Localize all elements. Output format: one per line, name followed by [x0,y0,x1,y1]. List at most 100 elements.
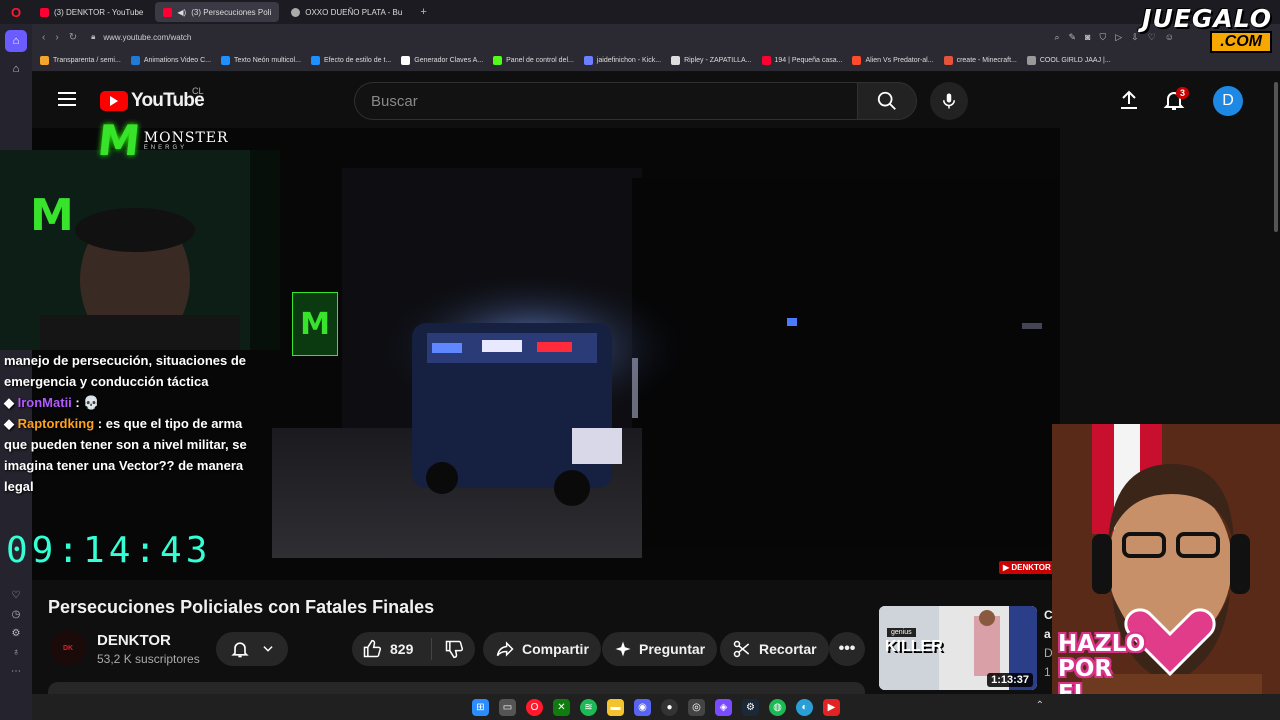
voice-search-button[interactable] [930,82,968,120]
opera-browser-icon[interactable]: O [526,698,543,716]
tab-oxxo[interactable]: OXXO DUEÑO PLATA - Bu [283,2,410,22]
search-icon [877,91,896,110]
search-input[interactable]: Buscar [354,82,857,120]
upload-icon[interactable] [1117,88,1141,112]
play-icon[interactable]: ▷ [1115,32,1122,43]
history-icon[interactable]: ◷ [12,609,21,620]
youtube-logo[interactable]: YouTube [100,90,205,112]
monster-can-icon: M [292,292,338,356]
bookmark-item[interactable]: Transparenta / semi... [40,56,121,65]
like-count: 829 [390,641,414,657]
menu-icon[interactable] [58,92,76,110]
like-button[interactable]: 829 [352,638,432,660]
shield-icon[interactable]: ⛉ [1099,32,1106,43]
spotify-icon[interactable]: ≋ [580,698,597,716]
url-text: www.youtube.com/watch [103,32,192,42]
sponsor-name: MONSTER [143,130,229,146]
bookmark-label: Alien Vs Predator-al... [865,57,934,64]
watermark-top: JUEGALO [1142,4,1272,33]
bookmark-label: Texto Neón multicol... [234,57,301,64]
back-icon[interactable]: ‹ [42,32,45,43]
bookmark-item[interactable]: Alien Vs Predator-al... [852,56,934,65]
rec-title-fragment: C [1044,608,1053,622]
obs-icon[interactable]: ● [661,698,678,716]
search-button[interactable] [857,82,917,120]
share-label: Compartir [522,641,589,657]
app-icon[interactable]: ◍ [769,698,786,716]
channel-watermark-text: DENKTOR [1011,563,1051,572]
clip-button[interactable]: Recortar [720,632,829,666]
sponsor-logo: M MONSTER ENERGY [95,116,229,165]
bookmark-item[interactable]: Generador Claves A... [401,56,483,65]
recommended-video-info[interactable]: C a D 1 [1044,606,1053,682]
app-icon[interactable]: ◈ [715,698,732,716]
ask-button[interactable]: Preguntar [602,632,718,666]
bookmark-item[interactable]: Texto Neón multicol... [221,56,301,65]
share-button[interactable]: Compartir [483,632,601,666]
url-field[interactable]: 🔒︎ www.youtube.com/watch [91,32,191,42]
subscriber-count: 53,2 K suscriptores [97,652,200,666]
bookmark-item[interactable]: Ripley - ZAPATILLA... [671,56,752,65]
browser-icon[interactable]: ◐ [796,698,813,716]
download-icon[interactable]: ⇩ [1131,32,1139,43]
lock-icon: 🔒︎ [91,32,96,41]
settings-icon[interactable]: ⚙ [12,628,21,639]
scrollbar-thumb[interactable] [1274,82,1278,232]
channel-name[interactable]: DENKTOR [97,632,171,649]
search-icon[interactable]: ⌕ [1054,32,1059,43]
app-icon[interactable]: ◎ [688,698,705,716]
bookmark-item[interactable]: Panel de control del... [493,56,574,65]
youtube-favicon-icon [163,7,173,17]
nav-controls: ‹ › ↻ [32,32,77,43]
bell-icon [230,642,249,658]
bookmark-label: Ripley - ZAPATILLA... [684,57,752,64]
like-dislike-group: 829 [352,632,475,666]
subscription-bell-button[interactable] [216,632,288,666]
opera-logo-icon[interactable]: O [0,0,32,24]
bookmark-item[interactable]: Animations Video C... [130,56,211,65]
folder-icon[interactable]: ▬ [607,698,624,716]
chat-badge-icon: ◆ [4,416,14,431]
tab-denktor[interactable]: (3) DENKTOR - YouTube [32,2,151,22]
home-icon[interactable]: ⌂ [5,30,27,52]
bookmark-item[interactable]: 194 | Pequeña casa... [761,56,842,65]
app-icon[interactable]: ▶ [823,698,840,716]
bookmark-item[interactable]: jaidefinichon - Kick... [583,56,662,65]
pin-icon[interactable]: ⌂ [5,58,27,80]
streamer-webcam-image: M [0,150,280,350]
bookmark-label: jaidefinichon - Kick... [596,57,662,64]
discord-icon[interactable]: ◉ [634,698,651,716]
tab-persecuciones[interactable]: ◀) (3) Persecuciones Poli [155,2,280,22]
new-tab-button[interactable]: + [414,6,432,18]
more-icon[interactable]: ⋯ [11,666,21,677]
browser-tab-bar: O (3) DENKTOR - YouTube ◀) (3) Persecuci… [0,0,1280,24]
bookmark-label: Efecto de estilo de t... [323,57,392,64]
heart-icon[interactable]: ♡ [12,590,21,601]
bulb-icon[interactable]: ♁ [12,647,20,658]
bookmark-item[interactable]: create - Minecraft... [943,56,1017,65]
bookmark-item[interactable]: COOL GIRLD JAAJ |... [1026,56,1111,65]
cta-line: POR [1058,656,1113,682]
rec-meta-fragment: 1 [1044,665,1051,679]
chat-username: IronMatii [17,395,72,410]
account-avatar[interactable]: D [1213,86,1243,116]
chevron-up-icon[interactable]: ⌃ [1036,700,1044,711]
task-view-icon[interactable]: ▭ [499,698,516,716]
reload-icon[interactable]: ↻ [69,32,77,43]
rec-title-fragment: a [1044,627,1051,641]
xbox-icon[interactable]: ✕ [553,698,570,716]
dislike-button[interactable] [432,639,475,659]
steam-icon[interactable]: ⚙ [742,698,759,716]
start-windows-icon[interactable]: ⊞ [472,698,489,716]
more-actions-button[interactable]: ••• [829,632,865,666]
channel-avatar[interactable]: DK [50,630,86,666]
chat-badge-icon: ◆ [4,395,14,410]
youtube-favicon-icon [40,7,49,17]
edit-icon[interactable]: ✎ [1069,32,1077,43]
bookmark-favicon-icon [761,56,771,65]
forward-icon[interactable]: › [55,32,58,43]
camera-icon[interactable]: ◙ [1085,32,1090,43]
bookmark-item[interactable]: Efecto de estilo de t... [310,56,392,65]
recommended-video-thumbnail[interactable]: genius KILLER 1:13:37 [879,606,1037,690]
cta-line: HAZLO [1058,631,1146,657]
